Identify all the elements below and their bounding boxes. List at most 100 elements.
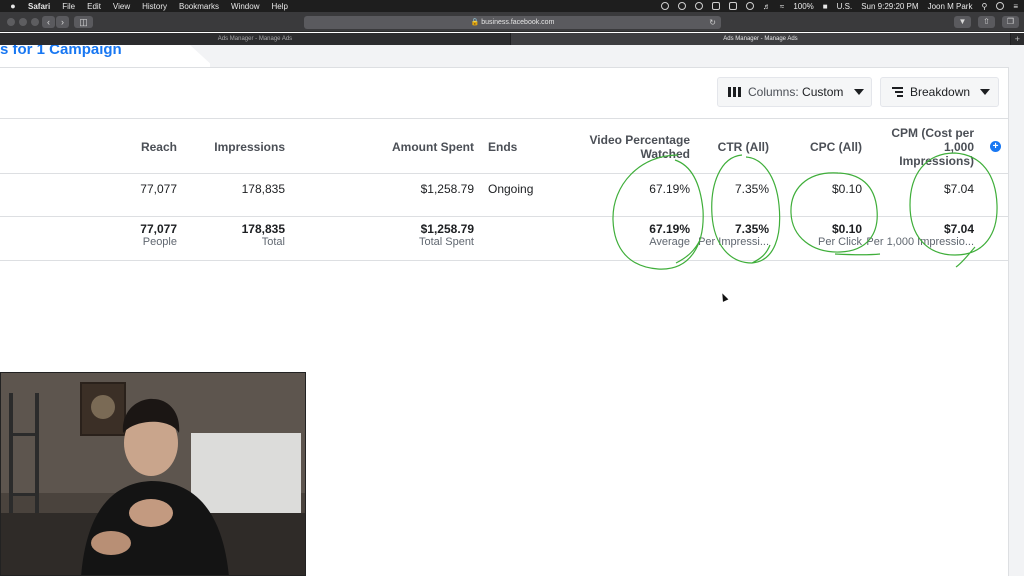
column-header-reach[interactable]: Reach [100,140,177,154]
row-cpm: $7.04 [943,182,974,196]
record-icon[interactable] [660,2,669,10]
chevron-right-icon: › [61,17,64,27]
add-column-plus-icon[interactable]: + [990,141,1001,152]
total-cpc-sub: Per Click [817,236,862,248]
safari-toolbar: ‹ › ◫ 🔒 business.facebook.com ↻ ▼ ⇧ ❐ [0,12,1024,32]
annotation-circle-cpm [909,152,998,268]
window-minimize-button[interactable] [19,18,27,26]
menu-edit[interactable]: Edit [87,2,101,11]
column-header-video-percentage-line1[interactable]: Video Percentage [570,133,691,147]
downloads-button[interactable]: ▼ [954,16,971,28]
total-reach-sub: People [142,236,177,248]
forward-button[interactable]: › [56,16,69,28]
total-ctr-sub: Per Impressi... [698,236,769,248]
column-header-impressions[interactable]: Impressions [190,140,285,154]
menubar-clock[interactable]: Sun 9:29:20 PM [861,2,918,11]
window-zoom-button[interactable] [31,18,39,26]
lock-icon: 🔒 [470,19,480,26]
total-impressions: 178,835 [241,222,285,236]
wifi-icon[interactable]: ≈ [780,2,784,11]
column-header-cpm-line2[interactable]: 1,000 [870,140,974,154]
airplay-icon[interactable] [728,2,737,10]
reload-icon[interactable]: ↻ [709,16,716,29]
totals-row-border [0,260,1008,261]
webcam-video-overlay [0,372,306,576]
menu-history[interactable]: History [142,2,167,11]
breakdown-label: Breakdown [910,85,971,99]
tab-ads-manager-1[interactable]: Ads Manager - Manage Ads [0,33,511,45]
total-impressions-sub: Total [261,236,285,248]
apple-menu-icon[interactable]: ● [8,1,18,11]
total-reach: 77,077 [140,222,177,236]
menu-bookmarks[interactable]: Bookmarks [179,2,219,11]
tab-ads-manager-2[interactable]: Ads Manager - Manage Ads [511,33,1011,45]
shield-icon[interactable] [677,2,686,10]
tab-label: Ads Manager - Manage Ads [217,36,293,42]
macos-menu-bar: ● Safari File Edit View History Bookmark… [0,0,1024,12]
dropbox-icon[interactable] [711,2,720,10]
column-header-ends[interactable]: Ends [488,140,517,154]
header-row-border [0,173,1008,174]
new-tab-icon[interactable]: + [1015,33,1020,45]
address-bar-url: business.facebook.com [481,19,555,26]
menu-file[interactable]: File [62,2,75,11]
notification-center-icon[interactable]: ≡ [1013,2,1018,11]
total-cpc: $0.10 [831,222,862,236]
column-header-ctr[interactable]: CTR (All) [700,140,769,154]
menu-view[interactable]: View [113,2,130,11]
columns-label: Columns: [748,85,799,99]
share-button[interactable]: ⇧ [978,16,995,28]
column-header-cpc[interactable]: CPC (All) [790,140,862,154]
row-video-percentage: 67.19% [649,182,690,196]
table-top-border [0,118,1008,119]
download-icon: ▼ [958,17,967,26]
time-machine-icon[interactable] [745,2,754,10]
menubar-status-area: ♬ ≈ 100% ■ U.S. Sun 9:29:20 PM Joon M Pa… [652,0,1018,12]
total-amount-spent: $1,258.79 [420,222,474,236]
row-cpc: $0.10 [831,182,862,196]
row-reach: 77,077 [140,182,177,196]
column-header-cpm-line3[interactable]: Impressions) [870,154,974,168]
menubar-user[interactable]: Joon M Park [928,2,973,11]
menu-app-safari[interactable]: Safari [28,2,50,11]
breakdown-button[interactable]: Breakdown [880,77,999,107]
back-button[interactable]: ‹ [42,16,55,28]
page-title: s for 1 Campaign [0,45,122,58]
siri-icon[interactable] [996,2,1005,10]
sidebar-icon: ◫ [79,17,88,27]
tab-overview-button[interactable]: ❐ [1002,16,1019,28]
row-ctr: 7.35% [734,182,769,196]
column-header-amount-spent[interactable]: Amount Spent [360,140,474,154]
window-close-button[interactable] [7,18,15,26]
column-header-cpm-line1[interactable]: CPM (Cost per [870,126,974,140]
menu-window[interactable]: Window [231,2,259,11]
total-video-percentage: 67.19% [649,222,690,236]
menu-help[interactable]: Help [271,2,287,11]
total-amount-spent-sub: Total Spent [418,236,474,248]
presenter-video-frame [1,373,305,575]
total-video-percentage-sub: Average [649,236,690,248]
row-impressions: 178,835 [241,182,285,196]
panel-top-border [0,67,1024,68]
volume-icon[interactable]: ♬ [763,2,771,11]
address-bar[interactable]: 🔒 business.facebook.com ↻ [304,16,721,29]
input-source[interactable]: U.S. [837,2,853,11]
columns-value: Custom [802,85,844,99]
skype-icon[interactable] [694,2,703,10]
tab-label: Ads Manager - Manage Ads [723,36,798,42]
columns-button[interactable]: Columns: Custom [717,77,872,107]
total-cpm-sub: Per 1,000 Impressio... [866,236,974,248]
total-ctr: 7.35% [734,222,769,236]
data-row-border [0,216,1008,217]
breakdown-icon [892,87,903,97]
battery-percent[interactable]: 100% [793,2,813,11]
header-background-strip [210,45,1024,67]
columns-icon [728,87,741,97]
sidebar-toggle-button[interactable]: ◫ [74,16,93,28]
total-cpm: $7.04 [943,222,974,236]
column-header-video-percentage-line2[interactable]: Watched [570,147,690,161]
spotlight-search-icon[interactable]: ⚲ [981,2,987,11]
row-ends: Ongoing [488,182,534,196]
share-icon: ⇧ [983,17,990,26]
chevron-left-icon: ‹ [47,17,50,27]
